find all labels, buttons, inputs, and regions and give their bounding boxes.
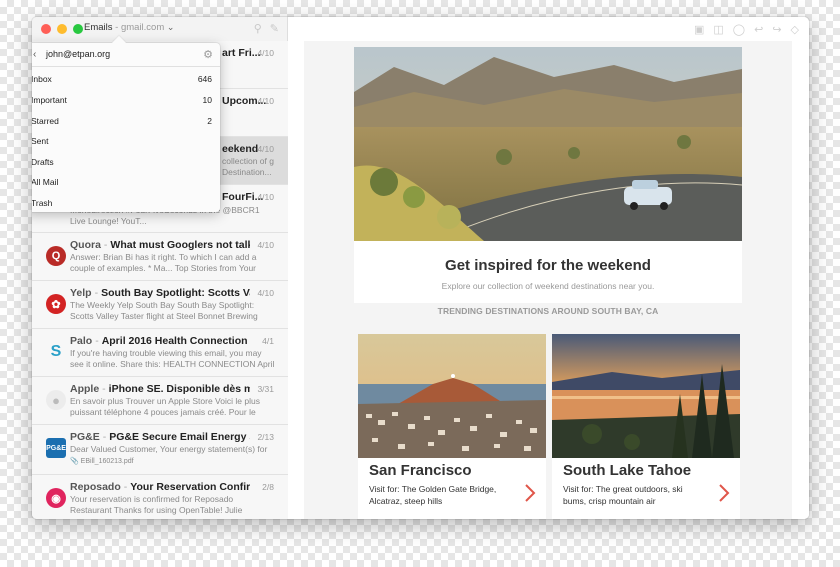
message-date: 4/10 [257, 288, 274, 298]
list-item[interactable]: Q Quora-What must Googlers not talk abo.… [32, 233, 288, 281]
folder-item-inbox[interactable]: Inbox 646 [32, 69, 220, 89]
folder-item-drafts[interactable]: Drafts [32, 152, 220, 172]
chevron-right-icon[interactable] [522, 482, 538, 504]
search-icon[interactable]: ⚲ [254, 22, 262, 35]
message-preview: Dear Valued Customer, Your energy statem… [70, 444, 268, 454]
gear-icon[interactable]: ⚙ [203, 48, 213, 61]
folder-item-starred[interactable]: Starred 2 [32, 111, 220, 131]
destination-card-san-francisco[interactable]: San Francisco Visit for: The Golden Gate… [358, 334, 546, 519]
zoom-window-button[interactable] [73, 24, 83, 34]
message-subject: What must Googlers not talk abo... [110, 239, 250, 251]
message-subject: iPhone SE. Disponible dès mainte... [108, 383, 250, 395]
message-toolbar: ▣ ◫ ◯ ↩ ↪ ◇ [694, 23, 799, 36]
folder-item-sent[interactable]: Sent [32, 131, 220, 151]
list-item[interactable]: PG&E PG&E-PG&E Secure Email Energy State… [32, 425, 288, 475]
back-chevron-icon[interactable]: ‹ [33, 49, 36, 60]
destination-card-south-lake-tahoe[interactable]: South Lake Tahoe Visit for: The great ou… [552, 334, 740, 519]
chevron-down-icon: ⌄ [166, 22, 175, 32]
account-domain: gmail.com [120, 22, 165, 33]
trending-heading: TRENDING DESTINATIONS AROUND SOUTH BAY, … [437, 306, 659, 316]
message-preview: The Weekly Yelp South Bay South Bay Spot… [70, 300, 258, 321]
tag-icon[interactable]: ◇ [791, 23, 799, 36]
message-date: 4/10 [257, 240, 274, 250]
folder-item-trash[interactable]: Trash [32, 193, 220, 213]
folder-item-all-mail[interactable]: All Mail [32, 172, 220, 192]
message-date: 2/8 [262, 482, 274, 492]
list-item[interactable]: ● Apple-iPhone SE. Disponible dès mainte… [32, 377, 288, 425]
reposado-icon: ◉ [46, 488, 66, 508]
attachment-name: EBill_160213.pdf [80, 458, 134, 465]
san-francisco-image [358, 334, 546, 458]
message-date: 2/13 [257, 432, 274, 442]
paperclip-icon: 📎 [70, 458, 79, 465]
hero-desert-road-image [354, 47, 742, 241]
forward-icon[interactable]: ↪ [772, 23, 781, 36]
message-view-pane: ▣ ◫ ◯ ↩ ↪ ◇ Get inspired for the weekend… [288, 17, 809, 519]
message-subject: South Bay Spotlight: Scotts Valley [101, 287, 250, 299]
message-date: 4/10 [257, 96, 274, 106]
trash-icon[interactable]: ◫ [713, 23, 723, 36]
message-sender: Reposado [70, 481, 121, 493]
folder-item-important[interactable]: Important 10 [32, 90, 220, 110]
destination-name: South Lake Tahoe [563, 462, 692, 479]
message-date: 4/10 [257, 144, 274, 154]
compose-icon[interactable]: ✎ [270, 22, 279, 35]
mail-window: Emails - gmail.com ⌄ ⚲ ✎ art Fri... 4/10… [32, 17, 809, 519]
destination-description: Visit for: The Golden Gate Bridge, Alcat… [369, 484, 497, 506]
message-subject: Your Reservation Confirmation... [130, 481, 250, 493]
message-subject: eekend [222, 143, 259, 155]
message-preview: If you're having trouble viewing this em… [70, 348, 275, 369]
email-body: Get inspired for the weekend Explore our… [304, 41, 792, 519]
message-subject: April 2016 Health Connection [101, 335, 248, 347]
headline-card: Get inspired for the weekend Explore our… [354, 241, 742, 303]
south-lake-tahoe-image [552, 334, 740, 458]
apple-icon: ● [46, 390, 66, 410]
message-preview: Your reservation is confirmed for Reposa… [70, 494, 243, 515]
account-email: john@etpan.org [46, 49, 111, 59]
message-date: 4/10 [257, 192, 274, 202]
list-item[interactable]: ✿ Yelp-South Bay Spotlight: Scotts Valle… [32, 281, 288, 329]
palo-logo-icon: S [50, 343, 62, 360]
dropdown-header: ‹ john@etpan.org ⚙ [32, 43, 220, 67]
close-window-button[interactable] [41, 24, 51, 34]
message-subject: art Fri... [222, 47, 261, 59]
folder-dropdown: ‹ john@etpan.org ⚙ Inbox 646 Important 1… [32, 35, 220, 213]
message-date: 4/10 [257, 48, 274, 58]
destination-name: San Francisco [369, 462, 472, 479]
reply-icon[interactable]: ↩ [754, 23, 763, 36]
message-date: 3/31 [257, 384, 274, 394]
quora-icon: Q [46, 246, 66, 266]
message-date: 4/1 [262, 336, 274, 346]
account-selector[interactable]: Emails - gmail.com ⌄ [84, 22, 174, 33]
label-icon[interactable]: ◯ [733, 23, 745, 36]
list-item[interactable]: S Palo - April 2016 Health Connection 4/1 … [32, 329, 288, 377]
email-subheadline: Explore our collection of weekend destin… [441, 281, 655, 291]
message-sender: Yelp [70, 287, 92, 299]
message-sender: Quora [70, 239, 101, 251]
message-sender: PG&E [70, 431, 100, 443]
minimize-window-button[interactable] [57, 24, 67, 34]
list-toolbar: Emails - gmail.com ⌄ ⚲ ✎ [32, 17, 287, 41]
message-preview: Answer: Brian Bi has it right. To which … [70, 252, 257, 273]
list-item[interactable]: ◉ Reposado-Your Reservation Confirmation… [32, 475, 288, 519]
message-preview: collection of g Destination... [222, 156, 274, 177]
message-sender: Palo [70, 335, 93, 347]
chevron-right-icon[interactable] [716, 482, 732, 504]
message-sender: Apple [70, 383, 100, 395]
window-controls [41, 24, 83, 34]
message-subject: PG&E Secure Email Energy State... [109, 431, 250, 443]
destination-description: Visit for: The great outdoors, ski bums,… [563, 484, 683, 506]
pge-logo-icon: PG&E [46, 438, 66, 458]
email-headline: Get inspired for the weekend [445, 257, 651, 274]
yelp-icon: ✿ [46, 294, 66, 314]
message-list-pane: Emails - gmail.com ⌄ ⚲ ✎ art Fri... 4/10… [32, 17, 288, 519]
message-preview: En savoir plus Trouver un Apple Store Vo… [70, 396, 260, 417]
archive-icon[interactable]: ▣ [694, 23, 704, 36]
account-label: Emails [84, 22, 113, 33]
